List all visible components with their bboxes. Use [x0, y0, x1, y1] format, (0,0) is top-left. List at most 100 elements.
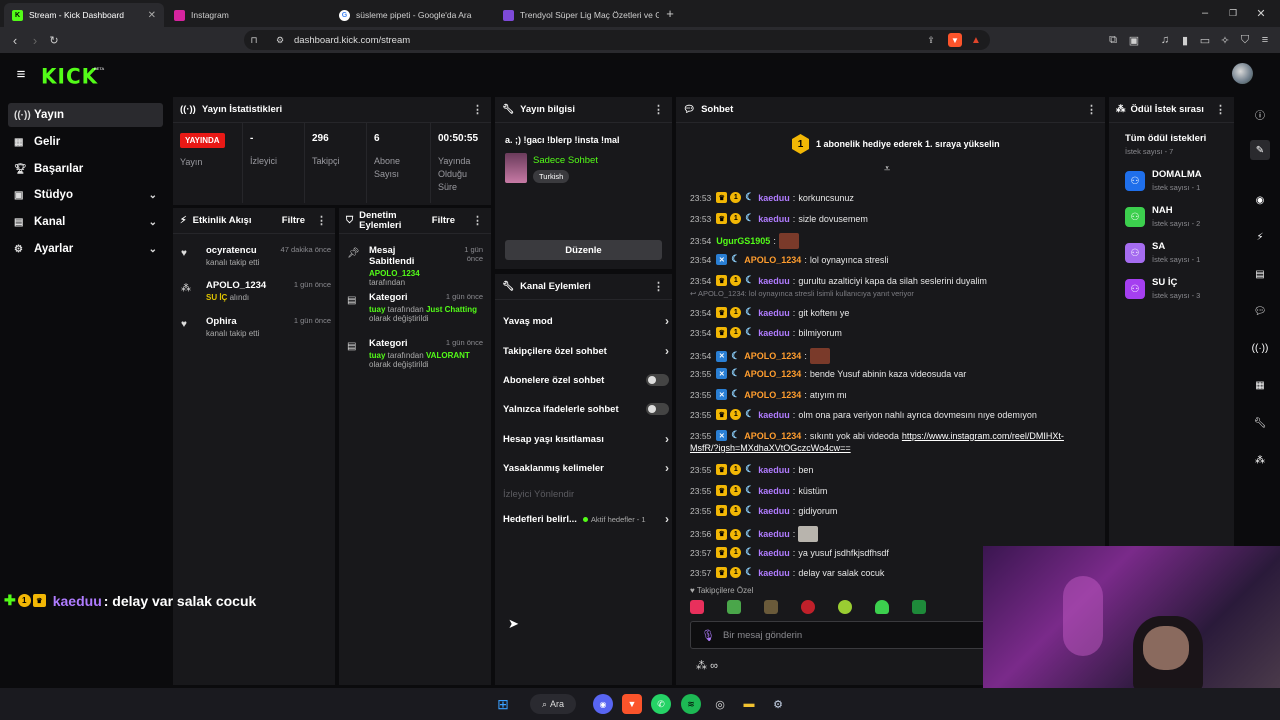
bolt-icon[interactable]: ⚡︎	[1250, 227, 1270, 247]
brave-shield-icon[interactable]: ▼	[948, 33, 962, 47]
chat-username[interactable]: APOLO_1234	[744, 255, 801, 265]
sidebar-item-ayarlar[interactable]: ⚙ Ayarlar ⌄	[8, 237, 163, 261]
browser-tab-google[interactable]: G süsleme pipeti - Google'da Ara	[331, 3, 495, 27]
sidebar-item-kanal[interactable]: ▤ Kanal ⌄	[8, 210, 163, 234]
sidebar-item-studyo[interactable]: ▣ Stüdyo ⌄	[8, 183, 163, 207]
steam-icon[interactable]: ⚙	[768, 694, 788, 714]
file-explorer-icon[interactable]: ▬	[739, 694, 759, 714]
sidebar-item-basarilar[interactable]: 🏆︎ Başarılar	[8, 157, 163, 181]
site-info-icon[interactable]: ⚙	[274, 33, 286, 47]
more-options-icon[interactable]: ⋮	[316, 214, 327, 227]
screenshot-icon[interactable]: ▣	[1127, 33, 1141, 47]
taskbar-search[interactable]: ⌕ Ara	[530, 694, 576, 714]
wallet-icon[interactable]: ▭	[1198, 33, 1212, 47]
reward-item[interactable]: ⚇ SU İÇ İstek sayısı - 3	[1125, 275, 1225, 305]
maximize-icon[interactable]: ❐	[1226, 6, 1240, 20]
edit-button[interactable]: Düzenle	[505, 240, 662, 260]
chat-username[interactable]: kaeduu	[758, 193, 790, 203]
browser-tab-kick[interactable]: K Stream - Kick Dashboard ✕	[4, 3, 164, 27]
chat-username[interactable]: kaeduu	[758, 568, 790, 578]
more-options-icon[interactable]: ⋮	[472, 214, 483, 227]
close-window-icon[interactable]: ✕	[1254, 6, 1268, 20]
vpn-icon[interactable]: ⛉	[1238, 33, 1252, 47]
moderation-icon[interactable]: ▦	[1250, 375, 1270, 395]
broadcast-icon[interactable]: ((·))	[1250, 338, 1270, 358]
bookmark-icon[interactable]: ⊓	[248, 33, 260, 47]
minimize-icon[interactable]: –	[1198, 6, 1212, 20]
chat-link[interactable]: MsfR/?igsh=MXdhaXVtOGczcWo4cw==	[690, 443, 851, 453]
emote[interactable]	[727, 600, 741, 614]
chat-link[interactable]: https://www.instagram.com/reel/DMIHXt-	[902, 431, 1064, 441]
reward-item[interactable]: ⚇ SA İstek sayısı - 1	[1125, 239, 1225, 269]
whatsapp-icon[interactable]: ✆	[651, 694, 671, 714]
sidebar-item-gelir[interactable]: ▦ Gelir	[8, 130, 163, 154]
filter-button[interactable]: Filtre	[432, 215, 455, 226]
chat-username[interactable]: UgurGS1905	[716, 236, 770, 246]
chat-username[interactable]: kaeduu	[758, 506, 790, 516]
hamburger-menu-icon[interactable]: ≡	[13, 66, 29, 83]
emote[interactable]	[764, 600, 778, 614]
chat-input[interactable]: 🎙︎ Bir mesaj gönderin	[690, 621, 990, 649]
more-options-icon[interactable]: ⋮	[1215, 103, 1226, 116]
edit-icon[interactable]: ✎	[1250, 140, 1270, 160]
sidebar-item-yayin[interactable]: ((·)) Yayın	[8, 103, 163, 127]
chat-emote[interactable]	[778, 233, 799, 249]
slow-mode-item[interactable]: Yavaş mod ›	[503, 311, 669, 331]
account-age-item[interactable]: Hesap yaşı kısıtlaması ›	[503, 429, 669, 449]
all-rewards-link[interactable]: Tüm ödül istekleri	[1125, 133, 1206, 144]
menu-icon[interactable]: ≡	[1258, 33, 1272, 47]
chat-username[interactable]: APOLO_1234	[744, 351, 801, 361]
chat-username[interactable]: kaeduu	[758, 529, 790, 539]
info-icon[interactable]: ⓘ	[1250, 104, 1270, 124]
chat-username[interactable]: kaeduu	[758, 548, 790, 558]
new-tab-icon[interactable]: +	[663, 6, 677, 21]
gift-banner[interactable]: 1 abonelik hediye ederek 1. sıraya yükse…	[816, 139, 1000, 149]
goals-item[interactable]: Hedefleri belirl... Aktif hedefler - 1 ›	[503, 509, 669, 529]
media-icon[interactable]: ♫	[1158, 33, 1172, 47]
chat-emote[interactable]	[798, 526, 819, 542]
chat-username[interactable]: kaeduu	[758, 308, 790, 318]
browser-tab-trendyol[interactable]: Trendyol Süper Lig Maç Özetleri ve G	[495, 3, 659, 27]
tag-chip[interactable]: Turkish	[533, 170, 570, 183]
emote[interactable]	[690, 600, 704, 614]
chat-username[interactable]: kaeduu	[758, 328, 790, 338]
sidebar-toggle-icon[interactable]: ▮	[1178, 33, 1192, 47]
more-options-icon[interactable]: ⋮	[653, 103, 664, 116]
chat-username[interactable]: kaeduu	[758, 486, 790, 496]
more-options-icon[interactable]: ⋮	[1086, 103, 1097, 116]
subscribers-only-toggle[interactable]	[646, 374, 669, 386]
emote[interactable]	[912, 600, 926, 614]
followers-only-item[interactable]: Takipçilere özel sohbet ›	[503, 341, 669, 361]
leo-ai-icon[interactable]: ✧	[1218, 33, 1232, 47]
chat-username[interactable]: kaeduu	[758, 276, 790, 286]
chat-username[interactable]: APOLO_1234	[744, 369, 801, 379]
browser-tab-instagram[interactable]: Instagram	[166, 3, 330, 27]
more-options-icon[interactable]: ⋮	[472, 103, 483, 116]
back-icon[interactable]: ‹	[8, 33, 22, 48]
emote[interactable]	[801, 600, 815, 614]
more-options-icon[interactable]: ⋮	[653, 280, 664, 293]
chat-icon[interactable]: 💬︎	[1250, 301, 1270, 321]
reward-item[interactable]: ⚇ NAH İstek sayısı - 2	[1125, 203, 1225, 233]
document-icon[interactable]: ▤	[1250, 264, 1270, 284]
camera-icon[interactable]: ◉	[1250, 190, 1270, 210]
expand-banner-icon[interactable]: ⩡	[884, 163, 890, 176]
brave-rewards-icon[interactable]: ▲	[969, 33, 983, 47]
chat-emote[interactable]	[809, 348, 830, 364]
chat-username[interactable]: kaeduu	[758, 214, 790, 224]
microphone-icon[interactable]: 🎙︎	[701, 629, 715, 642]
avatar[interactable]	[1232, 63, 1253, 84]
reload-icon[interactable]: ↻	[47, 33, 61, 47]
emotes-only-toggle[interactable]	[646, 403, 669, 415]
reward-icon[interactable]: ⁂	[1250, 450, 1270, 470]
chat-username[interactable]: kaeduu	[758, 465, 790, 475]
emote[interactable]	[875, 600, 889, 614]
windows-start-icon[interactable]: ⊞	[493, 694, 513, 714]
close-tab-icon[interactable]: ✕	[148, 10, 156, 21]
chat-username[interactable]: APOLO_1234	[744, 431, 801, 441]
banned-words-item[interactable]: Yasaklanmış kelimeler ›	[503, 458, 669, 478]
obs-icon[interactable]: ◎	[710, 694, 730, 714]
emote[interactable]	[838, 600, 852, 614]
chat-username[interactable]: APOLO_1234	[744, 390, 801, 400]
extensions-icon[interactable]: ⧉	[1106, 33, 1120, 47]
